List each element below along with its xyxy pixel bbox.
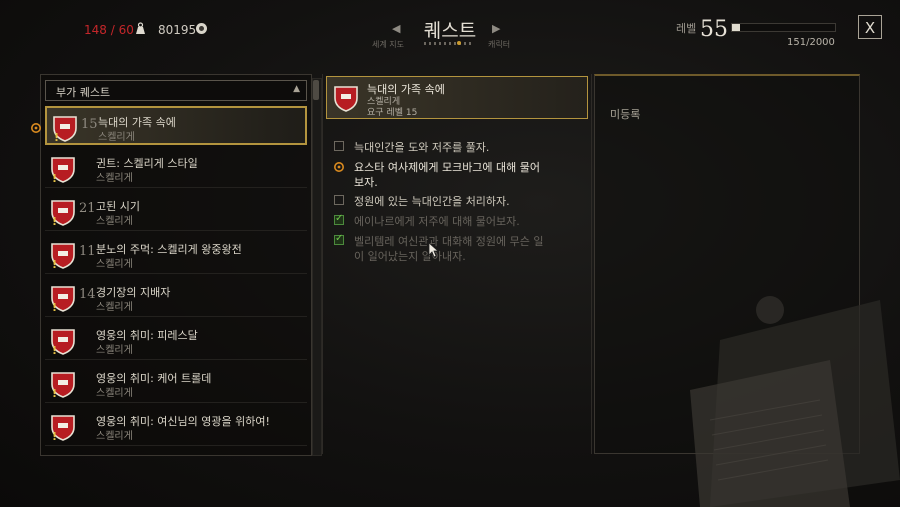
- new-quest-exclamation-icon: !: [54, 131, 60, 144]
- nav-left-label[interactable]: 세계 지도: [372, 39, 404, 50]
- quest-filter-dropdown[interactable]: 부가 퀘스트 ▲: [45, 80, 307, 101]
- quest-region: 스켈리게: [96, 259, 133, 270]
- quest-detail-panel: [322, 74, 592, 454]
- xp-text: 151/2000: [787, 37, 835, 48]
- xp-bar: [731, 23, 836, 32]
- new-quest-exclamation-icon: !: [52, 258, 58, 271]
- quest-detail-header: 늑대의 가족 속에 스켈리게 요구 레벨 15: [326, 76, 588, 119]
- quest-region: 스켈리게: [96, 388, 133, 399]
- quest-list-item[interactable]: ! 11 분노의 주먹: 스켈리게 왕중왕전 스켈리게: [45, 235, 307, 274]
- close-button[interactable]: X: [858, 15, 882, 39]
- active-objective-target-icon: [334, 162, 344, 172]
- new-quest-exclamation-icon: !: [52, 301, 58, 314]
- quest-list-item[interactable]: ! 귄트: 스켈리게 스타일 스켈리게: [45, 149, 307, 188]
- quest-region: 스켈리게: [96, 173, 133, 184]
- checkmark-icon: ✓: [335, 213, 344, 224]
- objective-text: 정원에 있는 늑대인간을 처리하자.: [354, 195, 510, 208]
- quest-list-item[interactable]: ! 14 경기장의 지배자 스켈리게: [45, 278, 307, 317]
- quest-region: 스켈리게: [98, 132, 135, 143]
- level-value: 55: [700, 17, 728, 42]
- new-quest-exclamation-icon: !: [52, 215, 58, 228]
- quest-list-item[interactable]: ! 영웅의 취미: 케어 트롤데 스켈리게: [45, 364, 307, 403]
- level-label: 레벨: [676, 22, 697, 35]
- objective-checkbox: [334, 195, 344, 205]
- nav-right-label[interactable]: 캐릭터: [488, 39, 510, 50]
- quest-list-item[interactable]: ! 영웅의 취미: 여신님의 영광을 위하여! 스켈리게: [45, 407, 307, 446]
- chevron-up-icon: ▲: [293, 84, 300, 94]
- coin-icon: [196, 23, 207, 34]
- quest-region: 스켈리게: [96, 431, 133, 442]
- new-quest-exclamation-icon: !: [52, 172, 58, 185]
- quest-list-item[interactable]: ! 영웅의 취미: 피레스달 스켈리게: [45, 321, 307, 360]
- quest-list-scroll-thumb[interactable]: [313, 80, 319, 100]
- quest-list-item[interactable]: ! 21 고된 시기 스켈리게: [45, 192, 307, 231]
- quest-shield-icon: [334, 86, 358, 112]
- new-quest-exclamation-icon: !: [52, 387, 58, 400]
- quest-list-scrollbar[interactable]: [312, 78, 322, 456]
- quest-level: 14: [79, 287, 96, 302]
- quest-level: 21: [79, 201, 96, 216]
- quest-filter-label: 부가 퀘스트: [56, 86, 111, 99]
- objective-text: 벨리템레 여신관과 대화해 정원에 무슨 일이 일어났는지 알아내자.: [354, 235, 544, 263]
- money-text: 80195: [158, 23, 197, 37]
- tracked-quest-icon: [31, 123, 41, 133]
- xp-bar-fill: [732, 24, 740, 31]
- quest-region: 스켈리게: [96, 345, 133, 356]
- page-indicator-active: [457, 41, 461, 45]
- weight-icon: [136, 22, 145, 34]
- quest-list-item[interactable]: ! 15 늑대의 가족 속에 스켈리게: [45, 106, 307, 145]
- encumbrance-text: 148 / 60: [84, 23, 134, 37]
- quest-detail-required-level: 요구 레벨 15: [367, 108, 418, 118]
- objective-text: 늑대인간을 도와 저주를 풀자.: [354, 141, 490, 154]
- checkmark-icon: ✓: [335, 233, 344, 244]
- page-title: 퀘스트: [423, 20, 477, 42]
- next-tab-arrow-icon[interactable]: ▶: [492, 22, 500, 35]
- quest-status-text: 미등록: [610, 108, 641, 121]
- objective-text: 요스타 여사제에게 모크바그에 대해 물어보자.: [354, 161, 541, 189]
- mouse-cursor-icon: [428, 242, 440, 258]
- quest-region: 스켈리게: [96, 302, 133, 313]
- new-quest-exclamation-icon: !: [52, 344, 58, 357]
- objective-checkbox: [334, 141, 344, 151]
- page-indicator: [424, 42, 472, 45]
- quest-region: 스켈리게: [96, 216, 133, 227]
- objective-text: 에이나르에게 저주에 대해 물어보자.: [354, 215, 520, 228]
- letter-decoration-icon: [690, 296, 900, 507]
- new-quest-exclamation-icon: !: [52, 430, 58, 443]
- quest-level: 15: [81, 117, 98, 132]
- quest-level: 11: [79, 244, 96, 259]
